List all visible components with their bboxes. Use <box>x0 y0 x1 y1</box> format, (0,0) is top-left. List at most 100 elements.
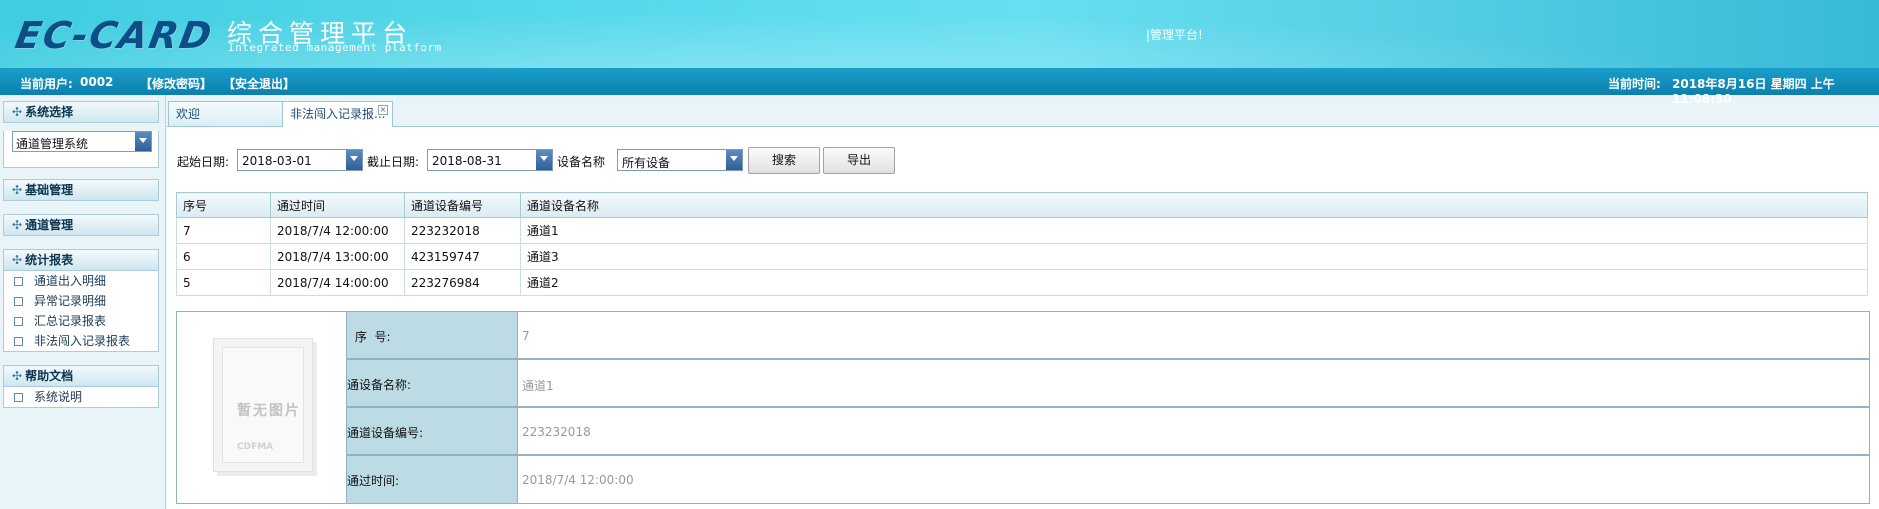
menu-bullet-icon <box>14 392 23 402</box>
detail-label-text: 序 号: <box>351 330 391 344</box>
dropdown-arrow-icon[interactable] <box>135 132 151 151</box>
photo-area: 暂无图片 CDFMA <box>177 312 347 503</box>
logout-link[interactable]: 【安全退出】 <box>223 75 295 92</box>
detail-row-device-no: 通道设备编号: 223232018 <box>347 408 1869 456</box>
menu-item-channel-detail[interactable]: 通道出入明细 <box>4 271 158 291</box>
detail-label: 通设备名称: <box>347 360 518 406</box>
reports-body: 通道出入明细 异常记录明细 汇总记录报表 非法闯入记录报表 <box>3 271 159 352</box>
menu-bullet-icon <box>14 296 23 306</box>
device-name-value: 所有设备 <box>622 156 671 170</box>
detail-value-text: 2018/7/4 12:00:00 <box>522 473 634 487</box>
sidebar: ✣ 系统选择 通道管理系统 ✣ 基础管理 ✣ 通道管理 ✣ 统计报表 通道出入明细 异常… <box>0 95 166 509</box>
calendar-dropdown-icon[interactable] <box>536 150 552 170</box>
detail-label-text: 通过时间: <box>347 474 400 488</box>
help-header[interactable]: ✣ 帮助文档 <box>3 365 159 387</box>
menu-bullet-icon <box>14 316 23 326</box>
photo-inner-frame: 暂无图片 CDFMA <box>222 347 304 463</box>
reports-title: 统计报表 <box>25 253 74 267</box>
tab-label: 欢迎 <box>176 107 201 121</box>
channel-mgmt-header[interactable]: ✣ 通道管理 <box>3 214 159 236</box>
user-bar: 当前用户: 0002 【修改密码】 【安全退出】 当前时间: 2018年8月16… <box>0 68 1879 106</box>
header-banner: EC-CARD 综合管理平台 Integrated management pla… <box>0 0 1879 68</box>
detail-value: 通道1 <box>518 360 1869 406</box>
end-date-label: 截止日期: <box>367 155 420 169</box>
export-button[interactable]: 导出 <box>823 147 895 174</box>
records-table: 序号 通过时间 通道设备编号 通道设备名称 7 2018/7/4 12:00:0… <box>176 192 1868 296</box>
menu-item-summary-report[interactable]: 汇总记录报表 <box>4 311 158 331</box>
tab-welcome[interactable]: 欢迎 <box>168 101 283 126</box>
detail-value: 7 <box>518 312 1869 358</box>
col-header-pass-time[interactable]: 通过时间 <box>270 192 405 218</box>
close-icon[interactable]: × <box>378 105 388 115</box>
cell-pass-time: 2018/7/4 14:00:00 <box>270 269 405 296</box>
detail-label: 通过时间: <box>347 456 518 503</box>
menu-item-label: 汇总记录报表 <box>34 314 107 328</box>
detail-label-text: 通设备名称: <box>347 378 412 392</box>
tab-bar: 欢迎 非法闯入记录报... × <box>167 101 1879 127</box>
current-time-label: 当前时间: <box>1608 77 1661 91</box>
end-date-value: 2018-08-31 <box>432 154 502 168</box>
detail-value-text: 通道1 <box>522 379 554 393</box>
detail-row-device-name: 通设备名称: 通道1 <box>347 360 1869 408</box>
basic-mgmt-title: 基础管理 <box>25 183 74 197</box>
detail-value-text: 223232018 <box>522 425 591 439</box>
detail-value: 223232018 <box>518 408 1869 454</box>
change-password-link[interactable]: 【修改密码】 <box>140 75 212 92</box>
system-select-header[interactable]: ✣ 系统选择 <box>3 101 159 123</box>
menu-item-label: 系统说明 <box>34 390 83 404</box>
expand-icon: ✣ <box>12 105 23 119</box>
help-title: 帮助文档 <box>25 369 74 383</box>
help-panel: ✣ 帮助文档 系统说明 <box>3 365 159 408</box>
end-date-field[interactable]: 2018-08-31 <box>427 149 553 171</box>
cell-device-name: 通道1 <box>520 217 1868 244</box>
expand-icon: ✣ <box>12 183 23 197</box>
start-date-label: 起始日期: <box>177 155 230 169</box>
record-detail-panel: 暂无图片 CDFMA 序 号: 7 通设备名称: 通道1 通道设备编号: 223… <box>176 311 1870 504</box>
detail-label: 通道设备编号: <box>347 408 518 454</box>
dropdown-arrow-icon[interactable] <box>726 150 742 170</box>
system-dropdown[interactable]: 通道管理系统 <box>12 131 152 152</box>
menu-item-system-guide[interactable]: 系统说明 <box>4 387 158 407</box>
photo-watermark: CDFMA <box>237 442 274 452</box>
reports-panel: ✣ 统计报表 通道出入明细 异常记录明细 汇总记录报表 非法闯入记录报表 <box>3 249 159 352</box>
detail-value-text: 7 <box>522 329 530 343</box>
start-date-field[interactable]: 2018-03-01 <box>237 149 363 171</box>
cell-device-name: 通道3 <box>520 243 1868 270</box>
cell-pass-time: 2018/7/4 12:00:00 <box>270 217 405 244</box>
menu-item-label: 通道出入明细 <box>34 274 107 288</box>
col-header-device-no[interactable]: 通道设备编号 <box>404 192 521 218</box>
current-user-value: 0002 <box>80 75 114 89</box>
tab-label: 非法闯入记录报... <box>290 107 386 121</box>
current-user-label: 当前用户: <box>20 77 73 91</box>
search-button[interactable]: 搜索 <box>748 147 820 174</box>
basic-mgmt-header[interactable]: ✣ 基础管理 <box>3 179 159 201</box>
calendar-dropdown-icon[interactable] <box>346 150 362 170</box>
menu-bullet-icon <box>14 276 23 286</box>
system-select-panel: ✣ 系统选择 通道管理系统 <box>3 101 159 168</box>
device-name-select[interactable]: 所有设备 <box>617 149 743 171</box>
detail-row-pass-time: 通过时间: 2018/7/4 12:00:00 <box>347 456 1869 503</box>
menu-item-intrusion-report[interactable]: 非法闯入记录报表 <box>4 331 158 351</box>
menu-bullet-icon <box>14 336 23 346</box>
detail-value: 2018/7/4 12:00:00 <box>518 456 1869 502</box>
menu-item-label: 非法闯入记录报表 <box>34 334 131 348</box>
table-row[interactable]: 6 2018/7/4 13:00:00 423159747 通道3 <box>176 243 1868 270</box>
table-row[interactable]: 5 2018/7/4 14:00:00 223276984 通道2 <box>176 269 1868 296</box>
tab-intrusion-report[interactable]: 非法闯入记录报... × <box>282 101 393 127</box>
detail-label-text: 通道设备编号: <box>347 426 424 440</box>
system-select-body: 通道管理系统 <box>3 131 159 168</box>
cell-device-name: 通道2 <box>520 269 1868 296</box>
menu-item-exception-detail[interactable]: 异常记录明细 <box>4 291 158 311</box>
system-dropdown-value: 通道管理系统 <box>16 137 89 151</box>
detail-label: 序 号: <box>347 312 518 358</box>
table-row[interactable]: 7 2018/7/4 12:00:00 223232018 通道1 <box>176 217 1868 244</box>
detail-row-no: 序 号: 7 <box>347 312 1869 360</box>
col-header-no[interactable]: 序号 <box>176 192 271 218</box>
cell-no: 6 <box>176 243 271 270</box>
cell-device-no: 223232018 <box>404 217 521 244</box>
no-image-placeholder-icon: 暂无图片 CDFMA <box>213 338 313 472</box>
basic-mgmt-panel: ✣ 基础管理 <box>3 179 159 201</box>
cell-pass-time: 2018/7/4 13:00:00 <box>270 243 405 270</box>
reports-header[interactable]: ✣ 统计报表 <box>3 249 159 271</box>
col-header-device-name[interactable]: 通道设备名称 <box>520 192 1868 218</box>
